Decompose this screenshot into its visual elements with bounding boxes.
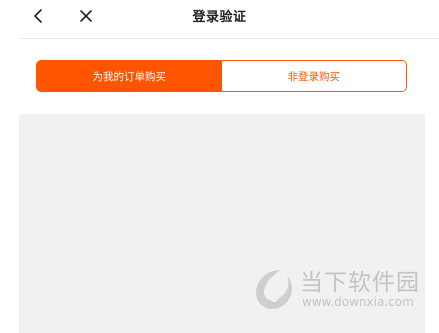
downxia-logo-icon xyxy=(256,270,292,309)
top-bar: 登录验证 xyxy=(0,0,439,38)
page-title: 登录验证 xyxy=(192,10,247,25)
tab-order-purchase[interactable]: 为我的订单购买 xyxy=(37,61,222,91)
watermark-url: www.downxia.com xyxy=(302,295,414,309)
tab-guest-purchase[interactable]: 非登录购买 xyxy=(221,61,406,91)
watermark-brand: 当下软件园 xyxy=(300,270,420,296)
watermark: 当下软件园 www.downxia.com xyxy=(250,262,430,316)
header-divider xyxy=(19,38,439,39)
purchase-mode-tabs: 为我的订单购买 非登录购买 xyxy=(36,60,407,92)
login-verify-page: 登录验证 为我的订单购买 非登录购买 当下软件园 www.downxia.com xyxy=(0,0,439,333)
